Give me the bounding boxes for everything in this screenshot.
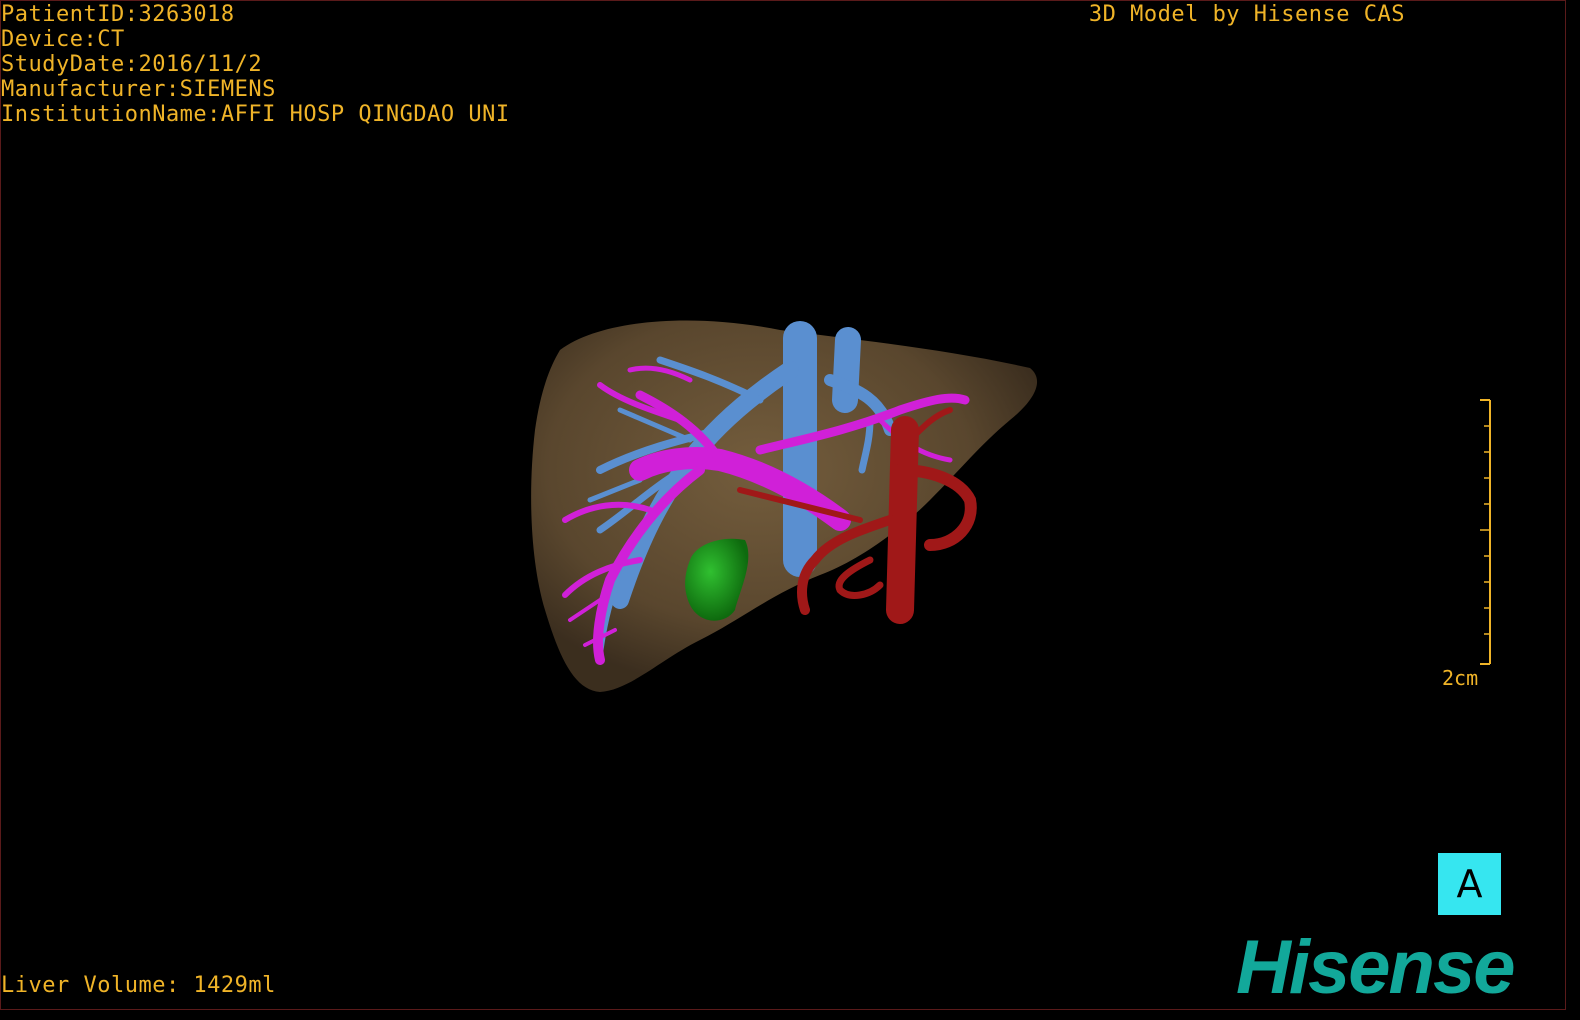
liver-volume-text: Liver Volume: 1429ml xyxy=(1,973,276,998)
hisense-logo: Hisense xyxy=(1236,925,1515,1010)
scale-bar-label: 2cm xyxy=(1442,666,1479,690)
scale-bar xyxy=(1480,399,1491,665)
3d-liver-model-viewport[interactable] xyxy=(0,0,1580,1020)
orientation-cube-anterior[interactable]: A xyxy=(1438,853,1501,915)
